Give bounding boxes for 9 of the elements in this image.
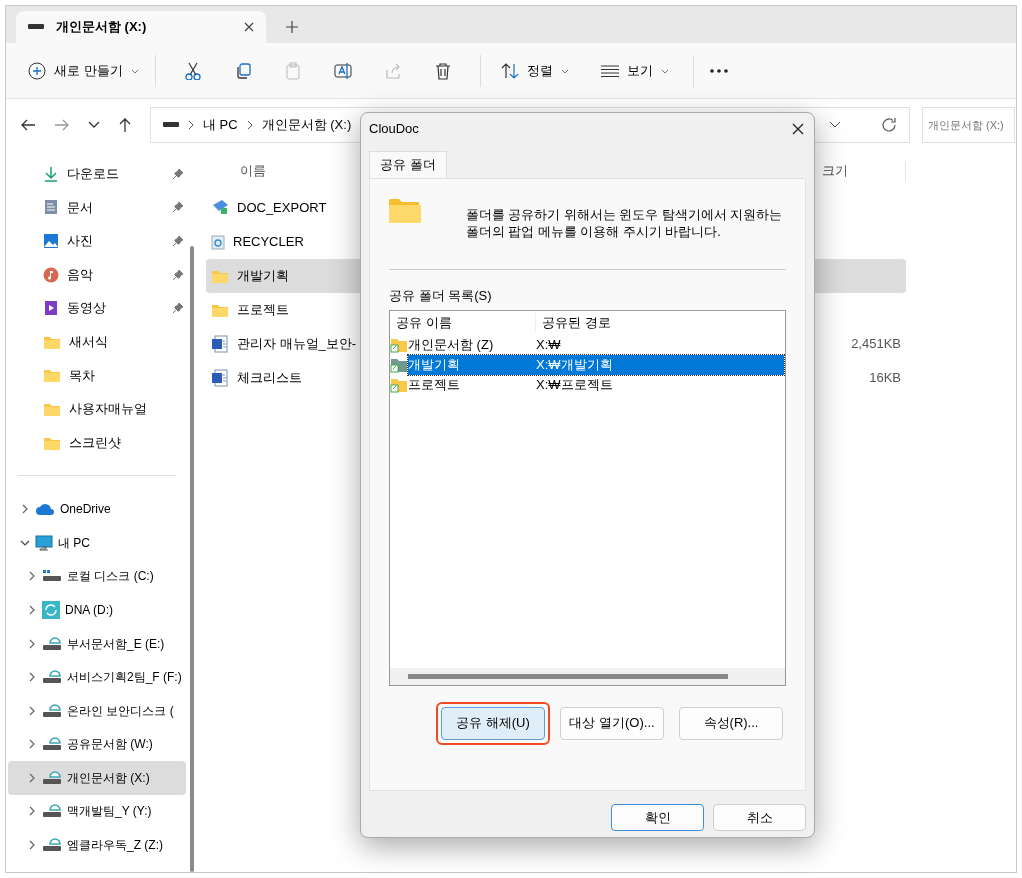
list-cell-text: X:₩프로젝트 [536,375,613,394]
list-label: 공유 폴더 목록(S) [389,287,493,305]
dialog-title: ClouDoc [369,120,420,139]
instruction-text: 폴더를 공유하기 위해서는 윈도우 탐색기에서 지원하는 폴더의 팝업 메뉴를 이용해 주시기 바랍니다. [466,207,784,241]
list-cell-text: 개인문서함 (Z) [408,335,495,354]
list-cell-text: X:₩개발기획 [536,355,613,374]
list-cell-text: 프로젝트 [408,375,461,394]
list-cell-text: X:₩ [536,335,561,354]
list-cell-text: 개발기획 [408,355,461,374]
